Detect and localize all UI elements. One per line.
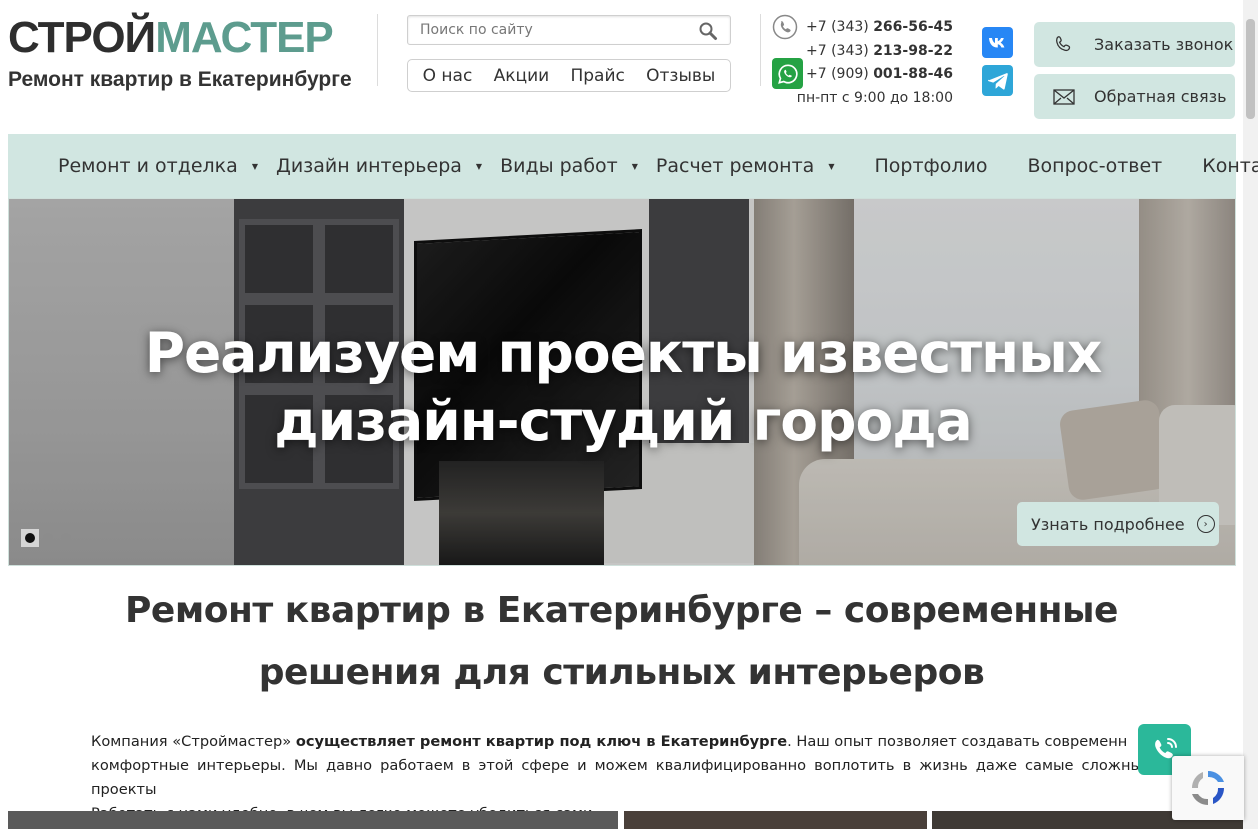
header-divider xyxy=(377,14,378,86)
working-hours: пн-пт с 9:00 до 18:00 xyxy=(796,89,953,106)
phone-handset-icon xyxy=(1056,35,1071,51)
phone-line-2[interactable]: +7 (343) 213-98-22 xyxy=(797,40,953,64)
arrow-right-circle-icon: › xyxy=(1196,515,1215,533)
nav-item-contacts[interactable]: Контакты xyxy=(1202,155,1258,177)
recaptcha-badge[interactable] xyxy=(1172,756,1244,820)
gallery-thumb[interactable] xyxy=(624,811,927,829)
contact-phones: +7 (343) 266-56-45 +7 (343) 213-98-22 +7… xyxy=(797,16,953,110)
envelope-icon xyxy=(1053,88,1075,105)
nav-item-faq[interactable]: Вопрос-ответ xyxy=(1028,155,1163,177)
learn-more-label: Узнать подробнее xyxy=(1031,514,1185,534)
phone-icon xyxy=(772,14,798,40)
top-nav-reviews[interactable]: Отзывы xyxy=(646,66,715,86)
order-call-label: Заказать звонок xyxy=(1094,35,1234,54)
feedback-button[interactable]: Обратная связь xyxy=(1034,74,1235,119)
slider-dot-2[interactable] xyxy=(39,529,57,547)
nav-item-repair[interactable]: Ремонт и отделка ▼ xyxy=(58,155,258,177)
caret-down-icon: ▼ xyxy=(251,161,258,171)
caret-down-icon: ▼ xyxy=(828,161,835,171)
telegram-button[interactable] xyxy=(982,65,1013,96)
slider-pagination xyxy=(21,527,77,548)
slider-dot-1[interactable] xyxy=(21,528,39,547)
hero-title: Реализуем проекты известных дизайн-студий… xyxy=(144,321,1103,453)
header-divider xyxy=(760,14,761,86)
vk-button[interactable] xyxy=(982,27,1013,58)
search-input[interactable] xyxy=(408,16,688,44)
phone-line-1[interactable]: +7 (343) 266-56-45 xyxy=(797,16,953,40)
vk-icon xyxy=(988,37,1004,47)
hero-slider: Реализуем проекты известных дизайн-студий… xyxy=(8,198,1236,566)
nav-item-calculation[interactable]: Расчет ремонта ▼ xyxy=(656,155,835,177)
page-heading: Ремонт квартир в Екатеринбурге – совреме… xyxy=(125,590,1118,693)
nav-item-portfolio[interactable]: Портфолио xyxy=(874,155,987,177)
telegram-icon xyxy=(987,72,1008,90)
site-logo[interactable]: СТРОЙМАСТЕР Ремонт квартир в Екатеринбур… xyxy=(8,14,352,92)
learn-more-button[interactable]: Узнать подробнее › xyxy=(1017,502,1219,546)
slider-dot-3[interactable] xyxy=(57,529,75,547)
gallery-strip xyxy=(8,811,1243,829)
caret-down-icon: ▼ xyxy=(631,161,638,171)
logo-wordmark: СТРОЙМАСТЕР xyxy=(8,13,334,62)
feedback-label: Обратная связь xyxy=(1094,87,1227,106)
gallery-thumb[interactable] xyxy=(8,811,618,829)
phone-line-3[interactable]: +7 (909) 001-88-46 xyxy=(797,63,953,87)
main-nav: Ремонт и отделка ▼ Дизайн интерьера ▼ Виды… xyxy=(8,134,1258,198)
top-nav-about[interactable]: О нас xyxy=(423,66,473,86)
nav-item-interior-design[interactable]: Дизайн интерьера ▼ xyxy=(276,155,482,177)
logo-tagline: Ремонт квартир в Екатеринбурге xyxy=(8,68,352,91)
recaptcha-icon xyxy=(1191,770,1225,806)
whatsapp-icon xyxy=(777,63,798,84)
nav-item-work-types[interactable]: Виды работ ▼ xyxy=(500,155,638,177)
page-scrollbar[interactable] xyxy=(1243,0,1258,829)
scrollbar-thumb[interactable] xyxy=(1246,19,1255,119)
order-call-button[interactable]: Заказать звонок xyxy=(1034,22,1235,67)
caret-down-icon: ▼ xyxy=(475,161,483,171)
top-nav-promotions[interactable]: Акции xyxy=(494,66,550,86)
top-nav: О нас Акции Прайс Отзывы xyxy=(407,59,731,92)
search-box xyxy=(407,15,731,45)
top-nav-prices[interactable]: Прайс xyxy=(570,66,624,86)
search-icon[interactable] xyxy=(698,21,718,41)
